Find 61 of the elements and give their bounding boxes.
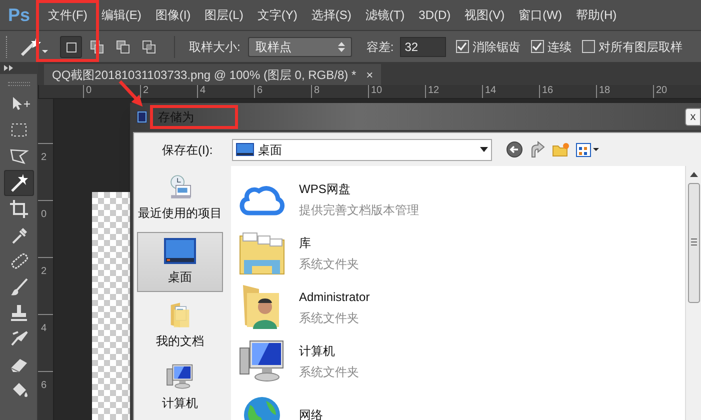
places-item-label: 我的文档 (156, 333, 204, 350)
ruler-label: 12 (427, 85, 440, 96)
ruler-label: 6 (40, 380, 47, 391)
file-list-item[interactable]: 库 系统文件夹 (231, 226, 685, 280)
close-tab-button[interactable]: × (366, 68, 374, 80)
file-name: 计算机 (299, 342, 336, 360)
places-item-label: 桌面 (168, 269, 192, 286)
places-item[interactable]: 我的文档 (137, 298, 223, 354)
file-description: 系统文件夹 (299, 256, 359, 272)
ruler-label: 2 (142, 85, 149, 96)
document-tab-title: QQ截图20181031103733.png @ 100% (图层 0, RGB/8) * (52, 66, 356, 84)
sample-size-dropdown[interactable]: 取样点 (248, 36, 352, 56)
app-logo: Ps (8, 4, 32, 26)
menu-item[interactable]: 窗口(W) (512, 3, 568, 27)
places-item[interactable]: 最近使用的项目 (137, 170, 223, 226)
save-in-dropdown[interactable]: 桌面 (232, 138, 492, 160)
places-item-label: 计算机 (162, 395, 198, 412)
document-tab[interactable]: QQ截图20181031103733.png @ 100% (图层 0, RGB/8) * × (44, 64, 382, 85)
tolerance-label: 容差: (366, 38, 394, 56)
places-item[interactable]: 计算机 (137, 360, 223, 416)
menu-item[interactable]: 帮助(H) (570, 3, 623, 27)
places-item[interactable]: 桌面 (137, 232, 223, 292)
file-list-item[interactable]: WPS网盘 提供完善文档版本管理 (231, 172, 685, 226)
file-description: 系统文件夹 (299, 364, 359, 380)
ruler-label: 0 (40, 209, 47, 220)
menu-item[interactable]: 视图(V) (458, 3, 511, 27)
tolerance-field[interactable]: 32 (400, 36, 446, 56)
menu-item[interactable]: 编辑(E) (95, 3, 148, 27)
file-name: 库 (299, 234, 312, 252)
ruler-label: 6 (256, 85, 263, 96)
menu-item[interactable]: 图层(L) (198, 3, 250, 27)
ruler-label: 0 (85, 85, 92, 96)
close-button[interactable]: x (685, 108, 701, 126)
checkbox-label: 对所有图层取样 (598, 38, 683, 56)
save-in-label: 保存在(I): (162, 142, 214, 158)
ruler-label: 2 (40, 152, 47, 163)
file-description: 系统文件夹 (299, 310, 360, 326)
ruler-label: 10 (370, 85, 382, 96)
ruler-label: 4 (40, 323, 47, 334)
ruler-label: 20 (655, 85, 668, 96)
checkbox-label: 消除锯齿 (472, 38, 521, 56)
ruler-label: 16 (541, 85, 554, 96)
checkbox-label: 连续 (548, 38, 572, 56)
ruler-label: 14 (484, 85, 496, 96)
menu-item[interactable]: 文件(F) (42, 3, 94, 27)
file-name: WPS网盘 (299, 180, 352, 198)
menu-item[interactable]: 滤镜(T) (359, 3, 411, 27)
menu-item[interactable]: 3D(D) (412, 3, 457, 27)
ruler-label: 4 (199, 85, 206, 96)
file-description: 提供完善文档版本管理 (299, 202, 419, 218)
file-name: Administrator (299, 288, 370, 306)
file-list-item[interactable]: Administrator 系统文件夹 (231, 280, 685, 334)
file-list-item[interactable]: 计算机 系统文件夹 (231, 334, 685, 388)
menu-item[interactable]: 文字(Y) (251, 3, 304, 27)
places-item-label: 最近使用的项目 (138, 205, 222, 222)
ruler-label: 2 (40, 266, 47, 277)
ruler-label: 18 (598, 85, 610, 96)
menu-item[interactable]: 图像(I) (149, 3, 197, 27)
menu-item[interactable]: 选择(S) (305, 3, 358, 27)
ruler-label: 8 (313, 85, 320, 96)
sample-size-label: 取样大小: (189, 38, 240, 56)
